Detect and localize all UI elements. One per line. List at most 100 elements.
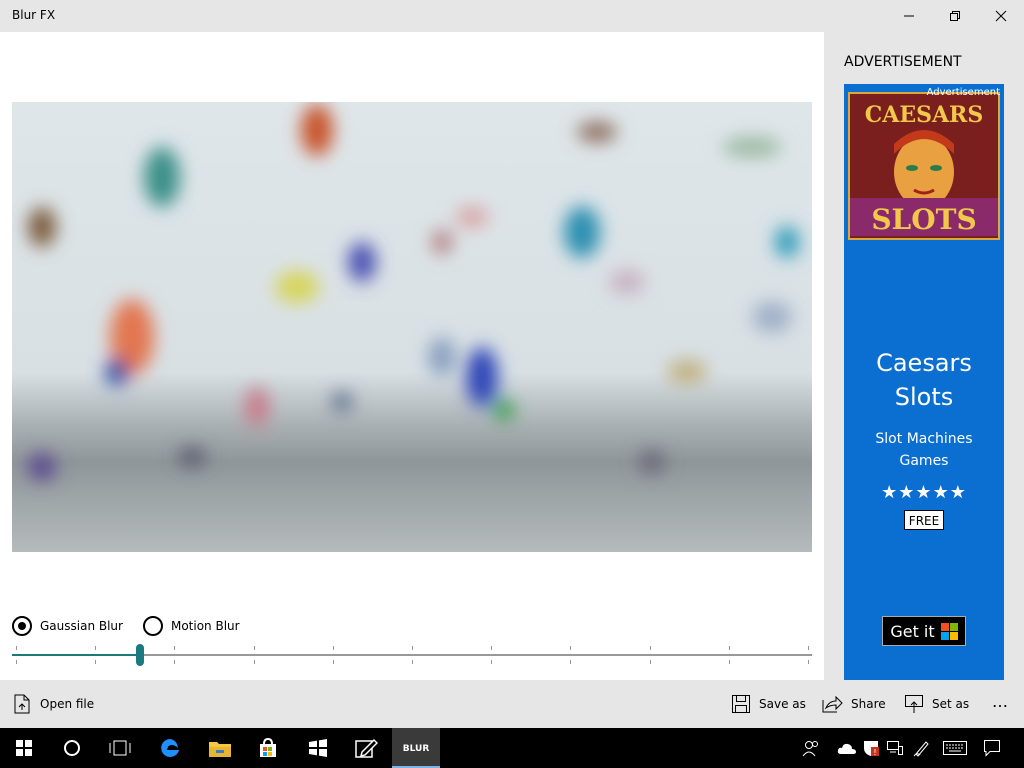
editor-area: Gaussian Blur Motion Blur <box>0 32 824 680</box>
network-tray-button[interactable] <box>885 738 905 758</box>
slider-tick <box>491 660 492 664</box>
network-icon <box>887 741 903 755</box>
slider-tick <box>650 660 651 664</box>
advertisement-card[interactable]: CAESARS SLOTS Advertisement Caesars Slot… <box>844 84 1004 680</box>
people-tray-button[interactable] <box>801 738 821 758</box>
set-as-button[interactable]: Set as <box>904 694 969 714</box>
logo-text-bottom: SLOTS <box>871 203 976 236</box>
command-bar: Open file Save as Share Set as … <box>0 680 1024 728</box>
pen-icon <box>913 741 929 757</box>
slider-tick <box>412 646 413 650</box>
slider-tick <box>491 646 492 650</box>
more-options-button[interactable]: … <box>986 694 1014 714</box>
ad-app-subtitle: Slot Machines Games <box>875 431 973 469</box>
open-file-icon <box>14 694 30 714</box>
slider-thumb[interactable] <box>136 644 144 666</box>
slider-tick <box>808 660 809 664</box>
file-explorer-icon <box>209 742 231 757</box>
keyboard-icon <box>943 741 967 755</box>
store-icon <box>260 737 276 757</box>
ad-app-title: Caesars Slots <box>876 349 972 411</box>
gaussian-blur-label: Gaussian Blur <box>40 619 123 633</box>
minimize-button[interactable] <box>886 0 932 32</box>
slider-tick <box>174 646 175 650</box>
close-button[interactable] <box>978 0 1024 32</box>
pinned-app-button[interactable] <box>294 728 342 768</box>
advertisement-small-label: Advertisement <box>926 87 1000 98</box>
blurred-image <box>28 104 799 481</box>
slider-tick <box>16 660 17 664</box>
slider-tick <box>333 660 334 664</box>
gaussian-blur-radio[interactable]: Gaussian Blur <box>12 616 123 636</box>
blur-fx-app-button[interactable]: BLUR <box>392 728 440 768</box>
share-icon <box>822 695 843 713</box>
blur-strength-slider[interactable] <box>12 642 812 668</box>
save-as-label: Save as <box>759 697 806 711</box>
sketch-app-button[interactable] <box>342 728 390 768</box>
restore-icon <box>950 11 960 21</box>
advertisement-panel: ADVERTISEMENT CAESARS SLOTS Advertisemen… <box>824 32 1024 680</box>
slider-tick <box>570 646 571 650</box>
sketch-icon <box>355 738 378 758</box>
minimize-icon <box>904 15 914 17</box>
edge-app-button[interactable] <box>146 728 194 768</box>
logo-text-top: CAESARS <box>865 102 983 128</box>
taskbar: BLUR ! <box>0 728 1024 768</box>
open-file-button[interactable]: Open file <box>12 694 94 714</box>
slider-tick <box>95 646 96 650</box>
action-center-button[interactable] <box>982 738 1002 758</box>
ad-rating-stars: ★★★★★ <box>881 482 967 503</box>
defender-tray-button[interactable]: ! <box>861 738 881 758</box>
defender-icon: ! <box>864 741 879 757</box>
file-explorer-button[interactable] <box>196 728 244 768</box>
slider-tick <box>808 646 809 650</box>
onedrive-tray-button[interactable] <box>837 738 857 758</box>
slider-tick <box>95 660 96 664</box>
title-bar: Blur FX <box>0 0 1024 32</box>
share-label: Share <box>851 697 886 711</box>
pen-workspace-button[interactable] <box>912 738 932 758</box>
motion-blur-label: Motion Blur <box>170 619 240 633</box>
save-icon <box>732 695 750 713</box>
restore-button[interactable] <box>932 0 978 32</box>
slider-tick <box>729 646 730 650</box>
blurred-photo-preview <box>12 102 812 552</box>
advertisement-heading: ADVERTISEMENT <box>844 54 962 70</box>
slider-fill <box>12 654 140 656</box>
slider-tick <box>570 660 571 664</box>
slider-tick <box>174 660 175 664</box>
ad-price-badge: FREE <box>904 510 944 530</box>
notification-icon <box>984 740 1000 757</box>
onedrive-icon <box>837 743 856 754</box>
unknown-app-icon <box>309 739 327 757</box>
task-view-icon <box>109 740 131 756</box>
radio-selected-indicator <box>12 616 32 636</box>
slider-tick <box>650 646 651 650</box>
slider-tick <box>16 646 17 650</box>
svg-text:!: ! <box>873 748 876 757</box>
microsoft-logo-icon <box>940 622 958 640</box>
task-view-button[interactable] <box>96 728 144 768</box>
cortana-icon <box>64 740 80 756</box>
motion-blur-radio[interactable]: Motion Blur <box>142 616 240 636</box>
blur-type-options: Gaussian Blur Motion Blur <box>12 616 260 636</box>
share-button[interactable]: Share <box>821 694 886 714</box>
radio-unselected-indicator <box>142 616 163 636</box>
save-as-button[interactable]: Save as <box>731 694 806 714</box>
slider-tick <box>412 660 413 664</box>
cortana-button[interactable] <box>48 728 96 768</box>
edge-icon <box>161 739 179 757</box>
start-button[interactable] <box>0 728 48 768</box>
touch-keyboard-button[interactable] <box>942 738 968 758</box>
close-icon <box>995 10 1007 22</box>
slider-tick <box>333 646 334 650</box>
caesars-slots-logo: CAESARS SLOTS <box>848 92 1000 240</box>
store-app-button[interactable] <box>244 728 292 768</box>
slider-tick <box>729 660 730 664</box>
start-icon <box>16 740 32 756</box>
window-title: Blur FX <box>12 8 56 22</box>
set-as-label: Set as <box>932 697 970 711</box>
ad-get-it-button[interactable]: Get it <box>882 616 966 646</box>
blur-fx-app-icon: BLUR <box>403 744 430 754</box>
slider-tick <box>254 660 255 664</box>
